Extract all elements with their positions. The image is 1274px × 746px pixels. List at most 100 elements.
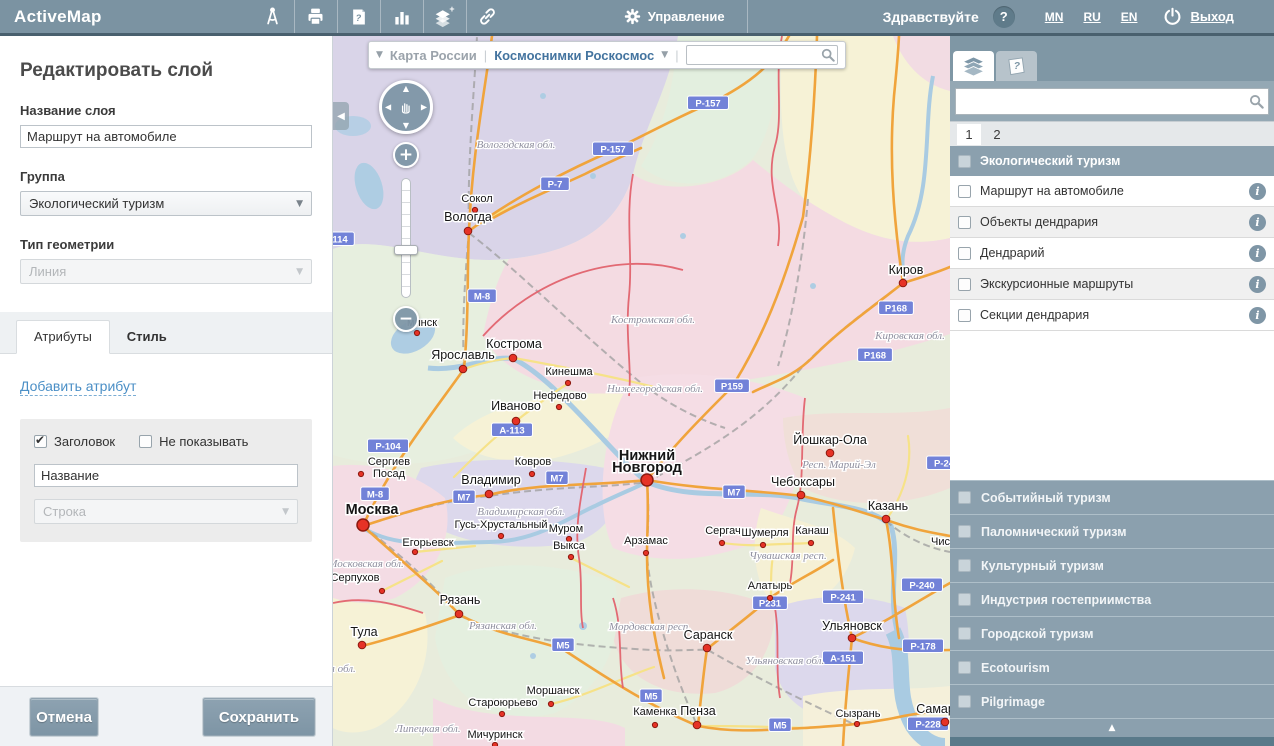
city-dot[interactable]: [882, 515, 890, 523]
city-dot[interactable]: [498, 533, 503, 538]
map-canvas[interactable]: Р-157Р-157Р-7М-8Р168Р168Р159А-113Р-104М7…: [333, 36, 950, 746]
group-checkbox[interactable]: [958, 525, 971, 538]
attribute-name-input[interactable]: [34, 464, 298, 487]
stats-icon[interactable]: [381, 0, 423, 33]
tab-legend-help[interactable]: ?: [996, 51, 1037, 81]
city-dot[interactable]: [459, 365, 467, 373]
layer-group-collapsed[interactable]: Pilgrimage: [950, 684, 1274, 718]
pan-left-icon[interactable]: ◀: [385, 103, 391, 112]
layer-row[interactable]: Дендрарийi: [950, 238, 1274, 269]
city-dot[interactable]: [548, 701, 553, 706]
add-attribute-link[interactable]: Добавить атрибут: [20, 378, 136, 396]
info-icon[interactable]: i: [1249, 245, 1266, 262]
info-icon[interactable]: i: [1249, 307, 1266, 324]
zoom-slider-handle[interactable]: [394, 245, 418, 255]
overlay-dropdown-icon[interactable]: ▼: [661, 50, 668, 60]
add-layer-icon[interactable]: +: [424, 0, 466, 33]
layer-group-collapsed[interactable]: Городской туризм: [950, 616, 1274, 650]
city-dot[interactable]: [854, 721, 859, 726]
lang-mn[interactable]: MN: [1045, 10, 1064, 24]
city-dot[interactable]: [412, 549, 417, 554]
layer-checkbox[interactable]: [958, 247, 971, 260]
search-icon[interactable]: [1249, 94, 1264, 109]
legend-icon[interactable]: ?: [338, 0, 380, 33]
tab-attributes[interactable]: Атрибуты: [16, 320, 110, 354]
city-dot[interactable]: [358, 641, 366, 649]
city-dot[interactable]: [529, 471, 534, 476]
info-icon[interactable]: i: [1249, 183, 1266, 200]
logout-button[interactable]: Выход: [1163, 7, 1233, 26]
layer-row[interactable]: Секции дендрарияi: [950, 300, 1274, 331]
city-dot[interactable]: [357, 519, 369, 531]
panel-collapse-arrow[interactable]: ▲: [950, 718, 1274, 737]
city-dot[interactable]: [568, 554, 573, 559]
layer-row[interactable]: Экскурсионные маршрутыi: [950, 269, 1274, 300]
layer-row[interactable]: Маршрут на автомобилеi: [950, 176, 1274, 207]
layer-name-input[interactable]: [20, 125, 312, 148]
layer-group-expanded[interactable]: Экологический туризм: [950, 146, 1274, 176]
city-dot[interactable]: [899, 279, 907, 287]
layer-row[interactable]: Объекты дендрарияi: [950, 207, 1274, 238]
tab-style[interactable]: Стиль: [110, 321, 184, 353]
info-icon[interactable]: i: [1249, 276, 1266, 293]
city-dot[interactable]: [565, 380, 570, 385]
city-dot[interactable]: [643, 550, 648, 555]
help-badge[interactable]: ?: [993, 6, 1015, 28]
layer-group-collapsed[interactable]: Событийный туризм: [950, 480, 1274, 514]
management-menu[interactable]: Управление: [624, 8, 725, 25]
layer-group-collapsed[interactable]: Ecotourism: [950, 650, 1274, 684]
layer-checkbox[interactable]: [958, 278, 971, 291]
share-link-icon[interactable]: [467, 0, 509, 33]
city-dot[interactable]: [499, 711, 504, 716]
print-icon[interactable]: [295, 0, 337, 33]
city-dot[interactable]: [719, 540, 724, 545]
lang-ru[interactable]: RU: [1083, 10, 1100, 24]
cancel-button[interactable]: Отмена: [30, 698, 98, 736]
group-checkbox[interactable]: [958, 593, 971, 606]
city-dot[interactable]: [358, 471, 363, 476]
city-dot[interactable]: [797, 491, 805, 499]
group-checkbox[interactable]: [958, 695, 971, 708]
page-1[interactable]: 1: [957, 124, 981, 145]
page-2[interactable]: 2: [985, 124, 1009, 145]
group-checkbox[interactable]: [958, 627, 971, 640]
info-icon[interactable]: i: [1249, 214, 1266, 231]
save-button[interactable]: Сохранить: [203, 698, 315, 736]
layer-group-collapsed[interactable]: Паломнический туризм: [950, 514, 1274, 548]
layer-group-collapsed[interactable]: Культурный туризм: [950, 548, 1274, 582]
zoom-slider[interactable]: [401, 178, 411, 298]
hide-checkbox[interactable]: [139, 435, 152, 448]
layer-checkbox[interactable]: [958, 216, 971, 229]
city-dot[interactable]: [509, 354, 517, 362]
city-dot[interactable]: [652, 722, 657, 727]
zoom-in-button[interactable]: +: [393, 142, 419, 168]
map-pan-control[interactable]: ▲ ▼ ◀ ▶: [379, 80, 433, 134]
group-select[interactable]: Экологический туризм ▼: [20, 191, 312, 216]
overlay-selector[interactable]: Космоснимки Роскосмос: [494, 48, 654, 63]
city-dot[interactable]: [464, 227, 472, 235]
tab-layers[interactable]: [953, 51, 994, 81]
basemap-dropdown-icon[interactable]: ▼: [376, 50, 383, 60]
group-checkbox[interactable]: [958, 559, 971, 572]
title-checkbox[interactable]: [34, 435, 47, 448]
city-dot[interactable]: [848, 634, 856, 642]
city-dot[interactable]: [767, 595, 772, 600]
basemap-selector[interactable]: Карта России: [390, 48, 477, 63]
map-search-input[interactable]: [686, 45, 838, 65]
city-dot[interactable]: [485, 490, 493, 498]
group-checkbox[interactable]: [958, 661, 971, 674]
zoom-out-button[interactable]: −: [393, 306, 419, 332]
layer-checkbox[interactable]: [958, 185, 971, 198]
city-dot[interactable]: [414, 330, 419, 335]
group-checkbox[interactable]: [958, 491, 971, 504]
map-viewport[interactable]: Р-157Р-157Р-7М-8Р168Р168Р159А-113Р-104М7…: [333, 36, 950, 746]
pan-right-icon[interactable]: ▶: [421, 103, 427, 112]
city-dot[interactable]: [826, 449, 834, 457]
measure-icon[interactable]: [252, 0, 294, 33]
city-dot[interactable]: [379, 588, 384, 593]
city-dot[interactable]: [703, 644, 711, 652]
group-checkbox[interactable]: [958, 155, 971, 168]
layers-search-input[interactable]: [955, 88, 1269, 115]
layer-checkbox[interactable]: [958, 309, 971, 322]
search-icon[interactable]: [821, 48, 835, 62]
